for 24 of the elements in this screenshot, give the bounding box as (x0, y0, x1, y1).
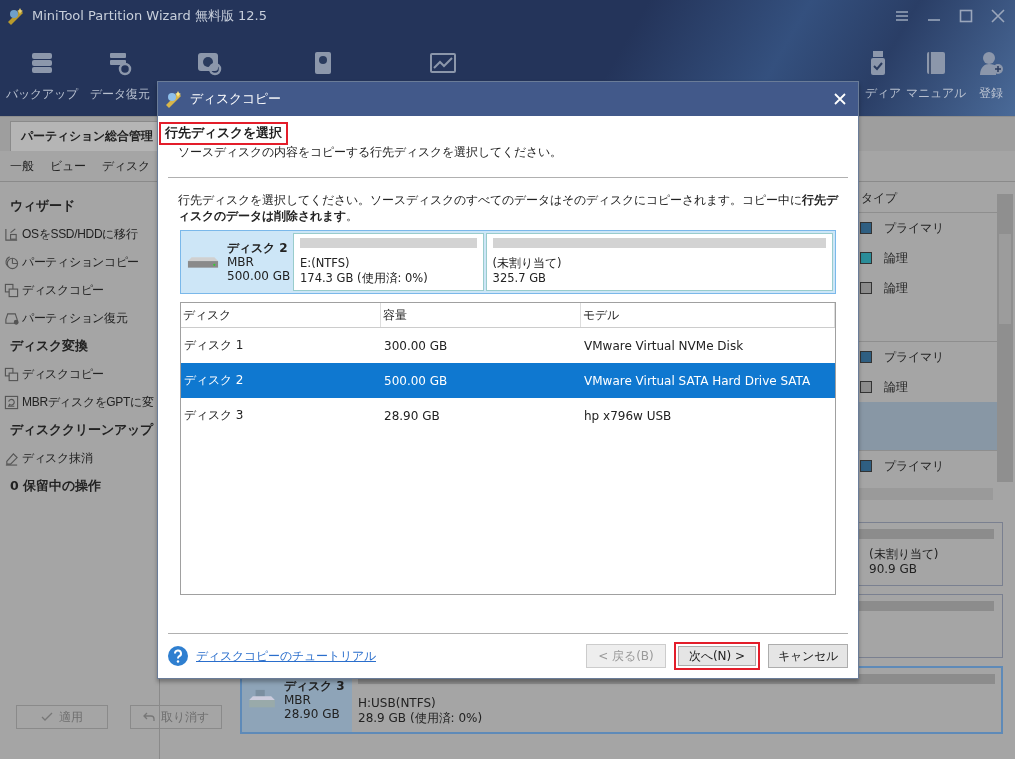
disk-capacity: 500.00 GB (227, 269, 291, 283)
partition-size: 174.3 GB (使用済: 0%) (300, 271, 429, 286)
partition-label: E:(NTFS) (300, 256, 351, 271)
section-title: ウィザード (10, 197, 76, 215)
section-title: ディスククリーンアップ (10, 421, 155, 439)
column-header: タイプ (861, 189, 897, 207)
dialog-title: ディスクコピー (190, 90, 281, 108)
pending-operations: 0 保留中の操作 (10, 477, 103, 495)
partition-label: (未割り当て) (868, 547, 940, 562)
step-heading: 行先ディスクを選択 (159, 122, 288, 145)
disk-name: ディスク 3 (284, 679, 345, 693)
partition-size: 90.9 GB (868, 562, 919, 577)
window-title: MiniTool Partition Wizard 無料版 12.5 (32, 7, 267, 25)
disk-capacity: 28.90 GB (284, 707, 341, 721)
partition-scheme: MBR (284, 693, 312, 707)
partition-scheme: MBR (227, 255, 255, 269)
section-title: ディスク変換 (10, 337, 89, 355)
instruction-text: 行先ディスクを選択してください。ソースディスクのすべてのデータはそのディスクにコピーされます。コピー中に行先ディスクのデータは削除されます。 (177, 192, 840, 224)
partition-usage: 28.9 GB (使用済: 0%) (358, 711, 484, 726)
step-description: ソースディスクの内容をコピーする行先ディスクを選択してください。 (177, 145, 563, 159)
partition-label: (未割り当て) (492, 256, 563, 271)
disk-name: ディスク 2 (227, 241, 289, 255)
partition-size: 325.7 GB (492, 271, 547, 286)
partition-label: H:USB(NTFS) (358, 696, 437, 711)
